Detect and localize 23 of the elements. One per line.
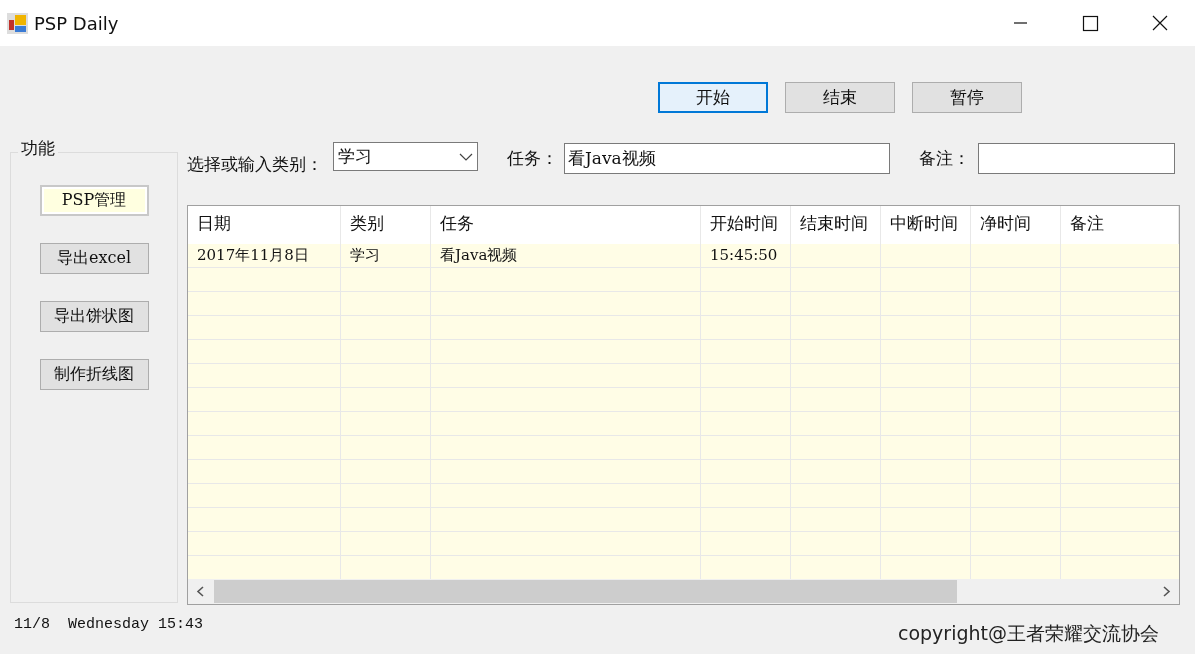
field-label: 备注： [919, 147, 970, 170]
scrollbar-thumb[interactable] [214, 580, 957, 603]
toolbar-button[interactable]: 暂停 [912, 82, 1022, 113]
field-label: 选择或输入类别： [187, 153, 323, 176]
function-button[interactable]: 导出excel [39, 243, 149, 274]
window-title: PSP Daily [34, 12, 120, 34]
table-cell-text: 学习 [349, 245, 381, 266]
task-field[interactable]: 看Java视频 [564, 143, 890, 174]
function-button[interactable]: PSP管理 [39, 185, 149, 216]
table-cell-text: 2017年11月8日 [196, 245, 310, 266]
chevron-down-icon [459, 152, 473, 161]
toolbar-button[interactable]: 开始 [658, 82, 768, 113]
table-cell-text: 15:45:50 [709, 245, 779, 266]
category-dropdown[interactable]: 学习 [333, 142, 478, 171]
app-icon [7, 12, 28, 34]
function-button[interactable]: 导出饼状图 [39, 301, 149, 332]
table-cell-text: 看Java视频 [439, 245, 519, 266]
toolbar-button[interactable]: 结束 [785, 82, 895, 113]
remark-field[interactable] [978, 143, 1175, 174]
function-button[interactable]: 制作折线图 [39, 359, 149, 390]
status-datetime: 11/8 Wednesday 15:43 [14, 616, 204, 635]
copyright-text: copyright@王者荣耀交流协会 [897, 621, 1159, 646]
field-label: 任务： [507, 147, 558, 170]
